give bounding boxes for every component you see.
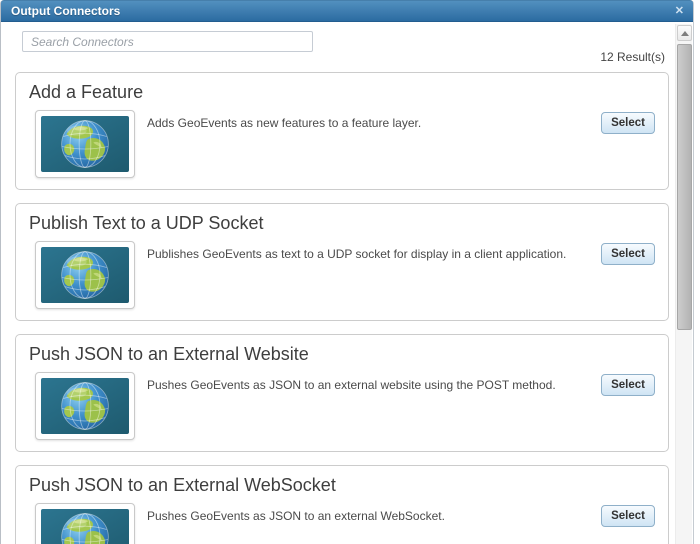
close-icon[interactable]: ✕ <box>675 1 684 21</box>
connector-card: Add a Feature Adds GeoEvents as new feat… <box>15 72 669 190</box>
globe-icon <box>41 378 129 434</box>
select-button[interactable]: Select <box>601 112 655 134</box>
vertical-scrollbar[interactable] <box>675 24 692 544</box>
connector-card: Push JSON to an External WebSocket Pushe… <box>15 465 669 544</box>
connector-title: Push JSON to an External WebSocket <box>29 475 336 495</box>
connector-thumbnail <box>35 503 135 544</box>
connector-title: Add a Feature <box>29 82 144 102</box>
search-input[interactable] <box>22 31 313 52</box>
scrollbar-thumb[interactable] <box>677 44 692 330</box>
globe-icon <box>41 116 129 172</box>
connector-card: Publish Text to a UDP Socket Publishes G… <box>15 203 669 321</box>
connector-thumbnail <box>35 110 135 178</box>
select-button[interactable]: Select <box>601 243 655 265</box>
connector-description: Publishes GeoEvents as text to a UDP soc… <box>147 247 567 261</box>
connector-title: Push JSON to an External Website <box>29 344 309 364</box>
connector-description: Adds GeoEvents as new features to a feat… <box>147 116 422 130</box>
results-count: 12 Result(s) <box>600 50 665 64</box>
globe-icon <box>41 247 129 303</box>
connector-description: Pushes GeoEvents as JSON to an external … <box>147 509 445 523</box>
output-connectors-dialog: Output Connectors ✕ 12 Result(s) Add a F… <box>0 0 694 544</box>
select-button[interactable]: Select <box>601 374 655 396</box>
connector-thumbnail <box>35 241 135 309</box>
connector-card: Push JSON to an External Website Pushes … <box>15 334 669 452</box>
globe-icon <box>41 509 129 544</box>
connector-description: Pushes GeoEvents as JSON to an external … <box>147 378 556 392</box>
dialog-titlebar[interactable]: Output Connectors ✕ <box>1 0 693 22</box>
connector-thumbnail <box>35 372 135 440</box>
page: Output Connectors ✕ 12 Result(s) Add a F… <box>0 0 700 544</box>
connector-list: Add a Feature Adds GeoEvents as new feat… <box>15 72 669 544</box>
dialog-title: Output Connectors <box>11 4 121 18</box>
connector-title: Publish Text to a UDP Socket <box>29 213 264 233</box>
select-button[interactable]: Select <box>601 505 655 527</box>
scrollbar-up-icon <box>680 30 689 36</box>
scrollbar-up-button[interactable] <box>677 25 692 41</box>
